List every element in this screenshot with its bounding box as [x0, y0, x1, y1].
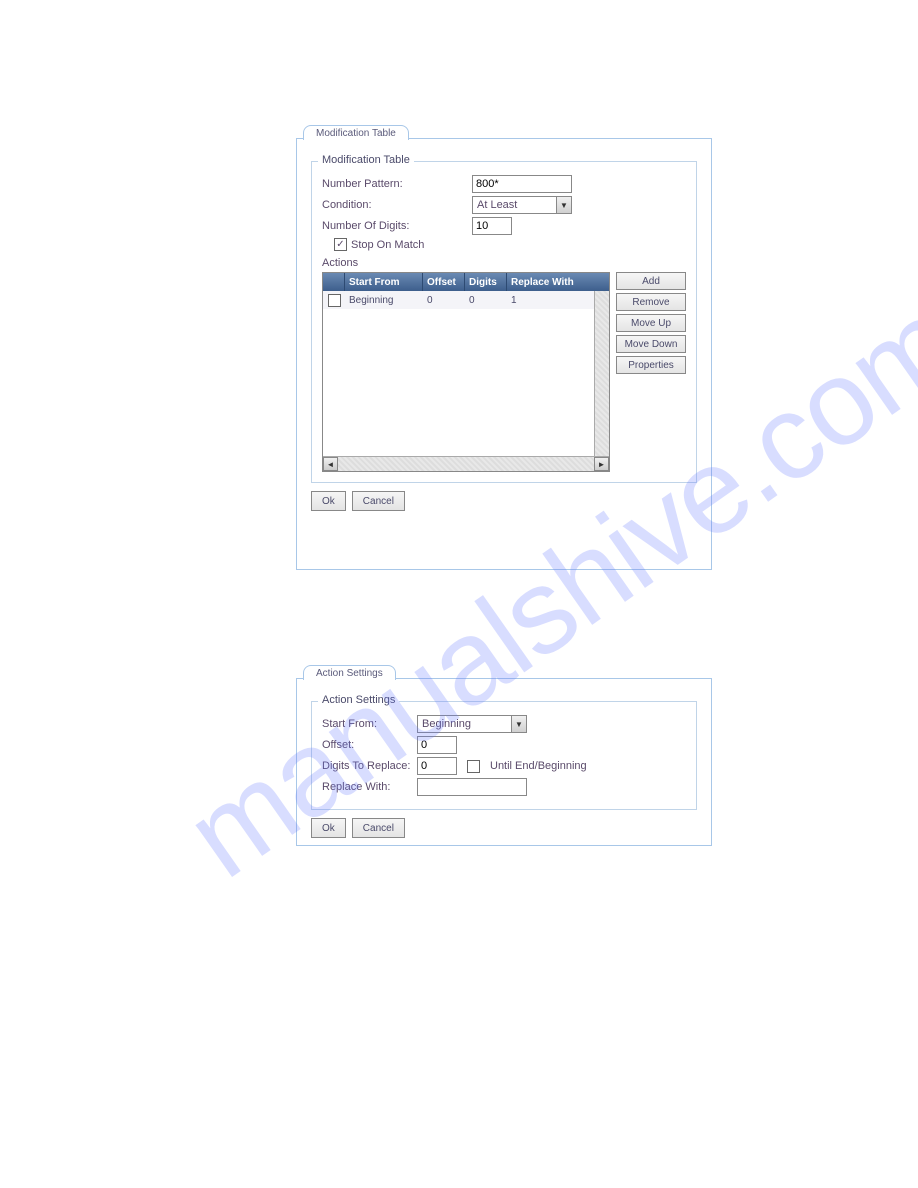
start-from-select[interactable]: Beginning ▼ [417, 715, 527, 733]
condition-value: At Least [473, 198, 556, 212]
replace-with-label: Replace With: [322, 781, 417, 793]
cell-start-from: Beginning [345, 293, 423, 308]
col-start-from: Start From [345, 273, 423, 291]
action-settings-dialog: Action Settings Action Settings Start Fr… [296, 678, 712, 846]
number-pattern-input[interactable] [472, 175, 572, 193]
table-row[interactable]: Beginning 0 0 1 [323, 291, 609, 309]
row-checkbox[interactable] [328, 294, 341, 307]
until-end-label: Until End/Beginning [490, 760, 587, 772]
remove-button[interactable]: Remove [616, 293, 686, 311]
condition-label: Condition: [322, 199, 472, 211]
offset-label: Offset: [322, 739, 417, 751]
move-down-button[interactable]: Move Down [616, 335, 686, 353]
action-settings-fieldset: Action Settings Start From: Beginning ▼ … [311, 701, 697, 810]
cell-digits: 0 [465, 293, 507, 308]
condition-select[interactable]: At Least ▼ [472, 196, 572, 214]
modification-table-dialog: Modification Table Modification Table Nu… [296, 138, 712, 570]
vertical-scrollbar[interactable] [594, 291, 609, 456]
start-from-label: Start From: [322, 718, 417, 730]
num-digits-input[interactable] [472, 217, 512, 235]
cancel-button[interactable]: Cancel [352, 491, 405, 511]
scroll-right-icon[interactable]: ► [594, 457, 609, 471]
tab-action-settings[interactable]: Action Settings [303, 665, 396, 680]
replace-with-input[interactable] [417, 778, 527, 796]
properties-button[interactable]: Properties [616, 356, 686, 374]
col-offset: Offset [423, 273, 465, 291]
digits-to-replace-input[interactable] [417, 757, 457, 775]
num-digits-label: Number Of Digits: [322, 220, 472, 232]
add-button[interactable]: Add [616, 272, 686, 290]
fieldset-legend: Action Settings [318, 694, 399, 706]
col-replace-with: Replace With [507, 273, 594, 291]
actions-label: Actions [322, 257, 686, 269]
chevron-down-icon: ▼ [511, 716, 526, 732]
start-from-value: Beginning [418, 717, 511, 731]
table-header: Start From Offset Digits Replace With [323, 273, 609, 291]
modification-table-fieldset: Modification Table Number Pattern: Condi… [311, 161, 697, 483]
until-end-checkbox[interactable] [467, 760, 480, 773]
move-up-button[interactable]: Move Up [616, 314, 686, 332]
col-digits: Digits [465, 273, 507, 291]
digits-to-replace-label: Digits To Replace: [322, 760, 417, 772]
cell-offset: 0 [423, 293, 465, 308]
ok-button[interactable]: Ok [311, 491, 346, 511]
actions-table: Start From Offset Digits Replace With Be… [322, 272, 610, 472]
number-pattern-label: Number Pattern: [322, 178, 472, 190]
stop-on-match-label: Stop On Match [351, 239, 424, 251]
stop-on-match-checkbox[interactable]: ✓ [334, 238, 347, 251]
fieldset-legend: Modification Table [318, 154, 414, 166]
chevron-down-icon: ▼ [556, 197, 571, 213]
tab-modification-table[interactable]: Modification Table [303, 125, 409, 140]
scroll-left-icon[interactable]: ◄ [323, 457, 338, 471]
ok-button[interactable]: Ok [311, 818, 346, 838]
horizontal-scrollbar[interactable]: ◄ ► [323, 456, 609, 471]
offset-input[interactable] [417, 736, 457, 754]
cancel-button[interactable]: Cancel [352, 818, 405, 838]
